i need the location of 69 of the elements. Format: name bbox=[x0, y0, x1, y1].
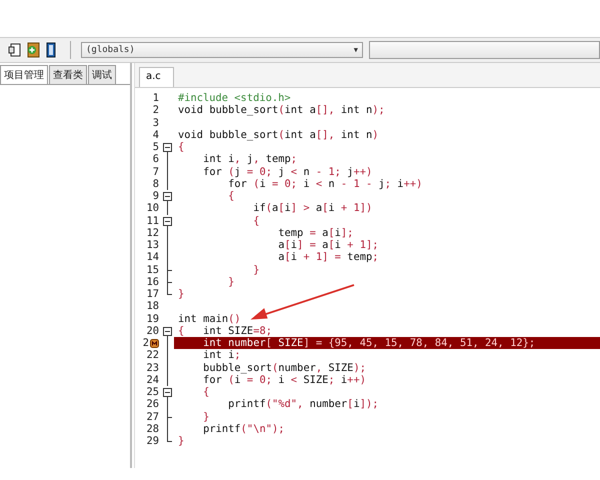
code-line: a[i + 1] = temp; bbox=[277, 251, 380, 264]
code-line: printf("\n"); bbox=[202, 422, 286, 435]
code-line: #include <stdio.h> bbox=[177, 92, 292, 104]
line-number: 28 bbox=[146, 422, 159, 435]
line-number: 13 bbox=[146, 239, 159, 252]
add-file-icon[interactable] bbox=[26, 42, 40, 58]
code-line: } bbox=[177, 288, 186, 300]
line-number: 18 bbox=[146, 300, 159, 312]
line-number: 16 bbox=[146, 276, 159, 288]
code-line: { bbox=[227, 190, 236, 202]
code-line: printf("%d", number[i]); bbox=[227, 398, 380, 410]
panel-tab[interactable]: 调试 bbox=[88, 65, 116, 84]
code-line: void bubble_sort(int a[], int n) bbox=[177, 128, 380, 141]
line-number: 2 bbox=[142, 337, 149, 350]
line-number: 4 bbox=[152, 128, 159, 141]
code-line: { bbox=[177, 141, 186, 154]
fold-marker[interactable] bbox=[162, 214, 174, 227]
code-line: if(a[i] > a[i + 1]) bbox=[252, 202, 374, 214]
line-number: 5 bbox=[152, 141, 159, 154]
line-number: 2 bbox=[152, 104, 159, 116]
line-number: 7 bbox=[152, 166, 159, 178]
line-number: 9 bbox=[152, 190, 159, 202]
code-line: for (i = 0; i < SIZE; i++) bbox=[202, 374, 367, 386]
code-line: void bubble_sort(int a[], int n); bbox=[177, 104, 386, 116]
code-line: } bbox=[202, 410, 210, 423]
line-number: 1 bbox=[152, 92, 159, 104]
line-number: 22 bbox=[146, 349, 159, 362]
code-line: } bbox=[252, 264, 260, 276]
line-number: 6 bbox=[152, 153, 159, 166]
code-line: for (j = 0; j < n - 1; j++) bbox=[202, 166, 374, 178]
code-line: { int SIZE=8; bbox=[177, 324, 273, 337]
window-icon[interactable] bbox=[8, 42, 22, 58]
line-number: 14 bbox=[146, 251, 159, 264]
line-number: 17 bbox=[146, 288, 159, 300]
line-number: 8 bbox=[152, 178, 159, 190]
code-line: { bbox=[252, 214, 260, 227]
symbol-dropdown[interactable] bbox=[369, 41, 600, 59]
code-line: } bbox=[177, 435, 186, 448]
book-icon[interactable] bbox=[44, 42, 58, 58]
code-line: bubble_sort(number, SIZE); bbox=[202, 362, 367, 374]
panel-tab[interactable]: 查看类 bbox=[49, 65, 87, 84]
code-line: int main() bbox=[177, 312, 242, 325]
code-line: a[i] = a[i + 1]; bbox=[277, 239, 380, 252]
code-line: } bbox=[227, 276, 236, 288]
line-number: 19 bbox=[146, 312, 159, 325]
line-number: 23 bbox=[146, 362, 159, 374]
code-line: int i, j, temp; bbox=[202, 153, 298, 166]
fold-marker[interactable] bbox=[162, 386, 174, 398]
code-line: { bbox=[202, 386, 210, 398]
code-line: int i; bbox=[202, 349, 242, 362]
fold-marker[interactable] bbox=[162, 141, 174, 154]
fold-marker[interactable] bbox=[162, 324, 174, 337]
fold-marker[interactable] bbox=[162, 190, 174, 202]
line-number: 11 bbox=[146, 214, 159, 227]
line-number: 10 bbox=[146, 202, 159, 214]
code-line: temp = a[i]; bbox=[277, 226, 354, 239]
panel-tab[interactable]: 项目管理 bbox=[0, 65, 48, 84]
line-number: 25 bbox=[146, 386, 159, 398]
code-line: for (i = 0; i < n - 1 - j; i++) bbox=[227, 178, 424, 190]
line-number: 24 bbox=[146, 374, 159, 386]
line-number: 29 bbox=[146, 435, 159, 448]
file-tab[interactable]: a.c bbox=[139, 67, 174, 87]
line-number: 3 bbox=[152, 116, 159, 129]
line-number: 20 bbox=[146, 324, 159, 337]
line-number: 27 bbox=[146, 410, 159, 423]
line-number: 15 bbox=[146, 264, 159, 276]
breakpoint-icon[interactable] bbox=[150, 338, 159, 348]
line-number: 26 bbox=[146, 398, 159, 410]
line-number: 12 bbox=[146, 226, 159, 239]
